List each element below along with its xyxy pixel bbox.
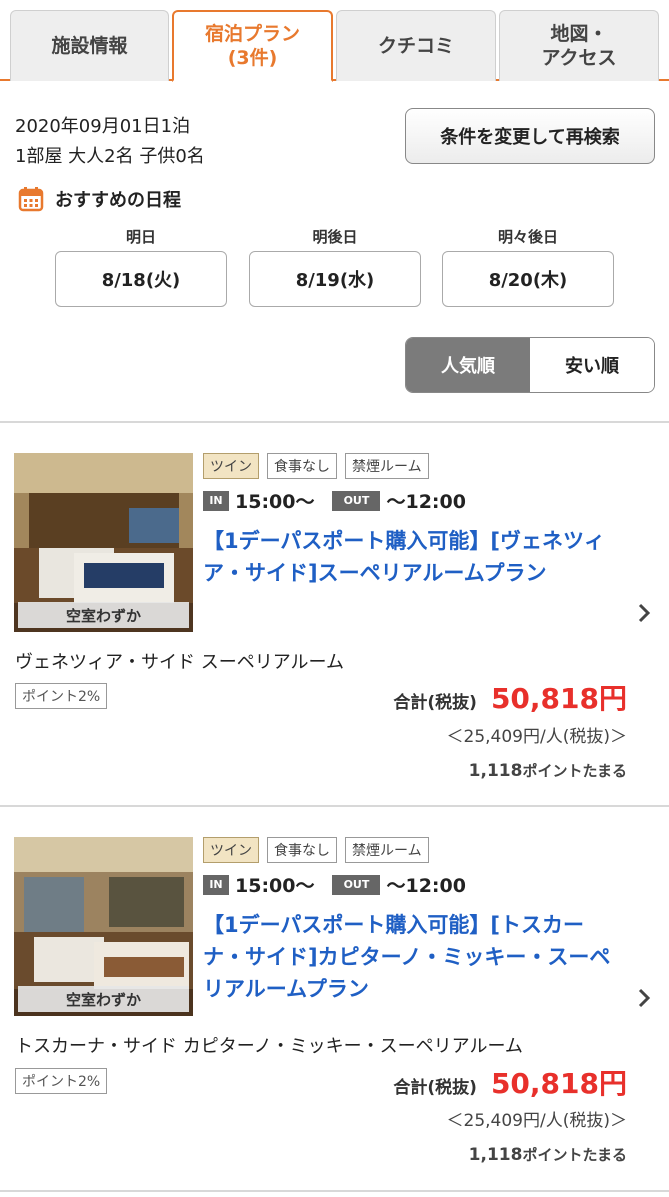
- chevron-right-icon[interactable]: [636, 602, 652, 624]
- out-badge: OUT: [332, 874, 381, 895]
- points-number: 1,118: [468, 1145, 523, 1165]
- vacancy-badge: 空室わずか: [18, 986, 189, 1012]
- out-badge: OUT: [332, 490, 381, 511]
- tag-smoking: 禁煙ルーム: [345, 453, 429, 479]
- checkin-checkout: IN 15:00〜 OUT 〜12:00: [203, 871, 466, 898]
- tab-map-access[interactable]: 地図・ アクセス: [499, 10, 659, 81]
- total-price: 50,818円: [490, 682, 627, 715]
- point-rate-badge: ポイント2%: [15, 1068, 108, 1094]
- checkin-checkout: IN 15:00〜 OUT 〜12:00: [203, 487, 466, 514]
- points-earned: 1,118ポイントたまる: [469, 760, 627, 781]
- date-day-label: 明後日: [312, 228, 358, 246]
- tag-meal: 食事なし: [267, 837, 337, 863]
- points-text: ポイントたまる: [522, 762, 627, 780]
- room-name: トスカーナ・サイド カピターノ・ミッキー・スーペリアルーム: [15, 1036, 523, 1057]
- plan-title-link[interactable]: 【1デーパスポート購入可能】[トスカーナ・サイド]カピターノ・ミッキー・スーペリ…: [203, 909, 623, 1005]
- plan-card[interactable]: 空室わずか ツイン 食事なし 禁煙ルーム IN 15:00〜 OUT 〜12:0…: [0, 423, 669, 807]
- tag-room-type: ツイン: [203, 453, 259, 479]
- tab-bar: 施設情報 宿泊プラン (3件) クチコミ 地図・ アクセス: [0, 0, 669, 82]
- tag-meal: 食事なし: [267, 453, 337, 479]
- search-conditions: 2020年09月01日1泊 1部屋 大人2名 子供0名: [15, 112, 205, 172]
- point-rate-badge: ポイント2%: [15, 683, 108, 709]
- points-earned: 1,118ポイントたまる: [469, 1144, 627, 1165]
- tab-facility-info[interactable]: 施設情報: [10, 10, 169, 81]
- vacancy-badge: 空室わずか: [18, 602, 189, 628]
- date-button[interactable]: 8/18(火): [55, 251, 227, 307]
- tag-smoking: 禁煙ルーム: [345, 837, 429, 863]
- total-price-row: 合計(税抜) 50,818円: [393, 677, 627, 717]
- total-price: 50,818円: [490, 1067, 627, 1100]
- date-button[interactable]: 8/19(水): [249, 251, 421, 307]
- plan-tags: ツイン 食事なし 禁煙ルーム: [203, 453, 437, 479]
- checkout-time: 〜12:00: [386, 875, 466, 897]
- date-day-label: 明日: [125, 228, 156, 246]
- recommended-dates-title: おすすめの日程: [55, 190, 181, 211]
- tab-label: クチコミ: [377, 35, 454, 57]
- sort-popular-button[interactable]: 人気順: [406, 338, 530, 392]
- per-person-price: ＜25,409円/人(税抜)＞: [446, 1111, 627, 1131]
- search-guests: 1部屋 大人2名 子供0名: [15, 146, 205, 167]
- recommended-dates-heading: おすすめの日程: [18, 186, 181, 212]
- room-photo: 空室わずか: [14, 837, 193, 1016]
- search-date: 2020年09月01日1泊: [15, 116, 191, 137]
- change-conditions-button[interactable]: 条件を変更して再検索: [405, 108, 655, 164]
- tab-label: 地図・ アクセス: [541, 23, 617, 69]
- plan-card[interactable]: 空室わずか ツイン 食事なし 禁煙ルーム IN 15:00〜 OUT 〜12:0…: [0, 807, 669, 1191]
- per-person-price: ＜25,409円/人(税抜)＞: [446, 727, 627, 747]
- plan-tags: ツイン 食事なし 禁煙ルーム: [203, 837, 437, 863]
- tab-label: 宿泊プラン (3件): [204, 23, 300, 69]
- points-text: ポイントたまる: [522, 1146, 627, 1164]
- room-photo: 空室わずか: [14, 453, 193, 632]
- points-number: 1,118: [468, 761, 523, 781]
- chevron-right-icon[interactable]: [636, 987, 652, 1009]
- tab-label: 施設情報: [51, 35, 128, 57]
- checkout-time: 〜12:00: [386, 491, 466, 513]
- sort-cheapest-button[interactable]: 安い順: [530, 338, 654, 392]
- total-label: 合計(税抜): [393, 693, 477, 713]
- date-option-two-days-after: 明々後日 8/20(木): [442, 226, 614, 307]
- divider: [0, 1190, 669, 1192]
- plan-title-link[interactable]: 【1デーパスポート購入可能】[ヴェネツィア・サイド]スーペリアルームプラン: [203, 525, 623, 589]
- total-label: 合計(税抜): [393, 1078, 477, 1098]
- date-option-tomorrow: 明日 8/18(火): [55, 226, 227, 307]
- in-badge: IN: [203, 490, 229, 511]
- sort-toggle: 人気順 安い順: [405, 337, 655, 393]
- room-name: ヴェネツィア・サイド スーペリアルーム: [15, 652, 344, 673]
- calendar-icon: [18, 186, 44, 212]
- date-day-label: 明々後日: [497, 228, 558, 246]
- date-option-day-after: 明後日 8/19(水): [249, 226, 421, 307]
- in-badge: IN: [203, 874, 229, 895]
- total-price-row: 合計(税抜) 50,818円: [393, 1062, 627, 1102]
- checkin-time: 15:00〜: [235, 491, 315, 513]
- checkin-time: 15:00〜: [235, 875, 315, 897]
- tag-room-type: ツイン: [203, 837, 259, 863]
- date-button[interactable]: 8/20(木): [442, 251, 614, 307]
- tab-reviews[interactable]: クチコミ: [336, 10, 496, 81]
- tab-plans[interactable]: 宿泊プラン (3件): [172, 10, 333, 82]
